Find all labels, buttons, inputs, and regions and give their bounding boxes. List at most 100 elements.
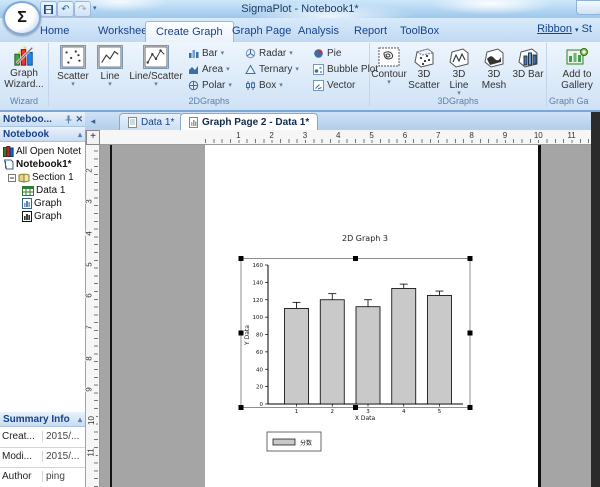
vector-label: Vector xyxy=(327,80,355,91)
scatter-icon xyxy=(60,45,86,69)
pin-icon[interactable] xyxy=(65,115,72,124)
area-button[interactable]: Area▾ xyxy=(188,63,232,76)
bar-chart[interactable]: 2D Graph 302040608010012014016012345Y Da… xyxy=(205,145,538,487)
ribbon-style-menu[interactable]: Ribbon ▾ St xyxy=(537,23,592,35)
y-tick-label: 0 xyxy=(260,402,264,408)
collapse-icon[interactable]: ▴ xyxy=(78,127,82,142)
line-scatter-button[interactable]: Line/Scatter ▾ xyxy=(127,45,185,88)
chevron-down-icon: ▾ xyxy=(295,67,299,73)
tab-scroll-left-button[interactable]: ◂ xyxy=(87,115,99,127)
selection-handle[interactable] xyxy=(239,331,244,336)
graph-page[interactable]: 2D Graph 302040608010012014016012345Y Da… xyxy=(205,145,538,487)
vector-icon xyxy=(313,80,324,91)
y-tick-label: 40 xyxy=(256,367,263,373)
bar[interactable] xyxy=(320,300,344,404)
panel-title-bar[interactable]: Noteboo... ✕ xyxy=(0,112,85,127)
ternary-button[interactable]: Ternary▾ xyxy=(245,63,299,76)
scatter-button[interactable]: Scatter ▾ xyxy=(53,45,93,88)
selection-handle[interactable] xyxy=(468,331,473,336)
box-button[interactable]: Box▾ xyxy=(245,79,299,92)
summary-row-author[interactable]: Author ping xyxy=(0,467,85,487)
close-icon[interactable]: ✕ xyxy=(75,112,83,127)
redo-button[interactable]: ↷ xyxy=(74,1,91,17)
graph-page-workspace[interactable]: 2D Graph 302040608010012014016012345Y Da… xyxy=(100,145,591,487)
ruler-origin-button[interactable]: + xyxy=(86,130,100,145)
polar-button[interactable]: Polar▾ xyxy=(188,79,232,92)
vector-button[interactable]: Vector xyxy=(313,79,378,92)
pie-button[interactable]: Pie xyxy=(313,47,378,60)
y-tick-label: 20 xyxy=(256,385,263,391)
collapse-expander-icon[interactable] xyxy=(8,174,16,182)
horizontal-ruler[interactable]: 123456789101112 xyxy=(100,130,591,145)
chevron-down-icon: ▾ xyxy=(108,82,112,88)
collapse-icon[interactable]: ▴ xyxy=(78,412,82,427)
summary-info-header[interactable]: Summary Info ▴ xyxy=(0,412,85,427)
save-button[interactable] xyxy=(40,1,57,17)
ruler-number: 3 xyxy=(85,200,94,204)
group-label-wizard: Wizard xyxy=(0,96,48,106)
tab-toolbox[interactable]: ToolBox xyxy=(390,21,449,42)
sigmaplot-window: SigmaPlot - Notebook1* Σ ↶ ↷ ▾ Home Work… xyxy=(0,0,600,487)
ruler-number: 4 xyxy=(335,131,341,140)
ruler-number: 8 xyxy=(85,356,94,360)
selection-handle[interactable] xyxy=(353,405,358,410)
radar-button[interactable]: Radar▾ xyxy=(245,47,299,60)
worksheet-tab-icon xyxy=(128,117,137,128)
bar[interactable] xyxy=(392,288,416,404)
tab-create-graph[interactable]: Create Graph xyxy=(145,21,234,43)
summary-key: Modi... xyxy=(2,451,38,462)
summary-row-modified[interactable]: Modi... 2015/... xyxy=(0,447,85,468)
window-left-edge xyxy=(110,145,112,487)
graph-wizard-button[interactable]: Graph Wizard... xyxy=(2,45,46,90)
selection-handle[interactable] xyxy=(239,256,244,261)
contour-button[interactable]: Contour ▾ xyxy=(372,46,406,86)
box-plot-icon xyxy=(245,80,256,91)
bar[interactable] xyxy=(428,295,452,404)
application-menu-button[interactable]: Σ xyxy=(3,1,41,35)
bar[interactable] xyxy=(356,307,380,404)
polar-chart-icon xyxy=(188,80,199,91)
box-label: Box xyxy=(259,80,276,91)
x-tick-label: 5 xyxy=(438,409,442,415)
tab-analysis[interactable]: Analysis xyxy=(288,21,349,42)
x-axis-label[interactable]: X Data xyxy=(355,415,376,422)
ruler-number: 8 xyxy=(468,131,474,140)
selection-handle[interactable] xyxy=(468,405,473,410)
3d-bar-icon xyxy=(516,46,540,68)
summary-row-created[interactable]: Creat... 2015/... xyxy=(0,427,85,448)
bubble-plot-button[interactable]: Bubble Plot xyxy=(313,63,378,76)
notebook-section-header[interactable]: Notebook ▴ xyxy=(0,127,85,142)
line-button[interactable]: Line ▾ xyxy=(95,45,125,88)
ribbon-tab-row: Home Worksheet Create Graph Graph Page A… xyxy=(0,18,600,43)
window-control-partial[interactable] xyxy=(576,0,600,15)
3d-bar-button[interactable]: 3D Bar xyxy=(512,46,544,80)
add-to-gallery-button[interactable]: Add to Gallery xyxy=(551,46,600,91)
3d-line-button[interactable]: 3D Line ▾ xyxy=(442,46,476,97)
undo-button[interactable]: ↶ xyxy=(57,1,74,17)
y-axis-label[interactable]: Y Data xyxy=(244,325,251,346)
bar-chart-icon xyxy=(188,48,199,59)
3d-mesh-button[interactable]: 3D Mesh xyxy=(477,46,511,91)
tree-item-notebook1[interactable]: Notebook1* xyxy=(3,158,88,171)
selection-handle[interactable] xyxy=(468,256,473,261)
vertical-ruler[interactable]: 234567891011 xyxy=(86,145,100,487)
panel-title: Noteboo... xyxy=(3,114,52,125)
graph-wizard-label: Graph Wizard... xyxy=(2,68,46,90)
qat-customize-button[interactable]: ▾ xyxy=(93,4,97,12)
bar-button[interactable]: Bar▾ xyxy=(188,47,232,60)
chart-title[interactable]: 2D Graph 3 xyxy=(342,234,388,243)
ribbon: Graph Wizard... Wizard Scatter ▾ xyxy=(0,42,600,112)
bar[interactable] xyxy=(285,308,309,404)
doc-tab-graph-page2[interactable]: Graph Page 2 - Data 1* xyxy=(180,113,318,131)
tree-item-label: Section 1 xyxy=(32,172,74,183)
selection-handle[interactable] xyxy=(239,405,244,410)
doc-tab-data1[interactable]: Data 1* xyxy=(119,113,183,131)
selection-handle[interactable] xyxy=(353,256,358,261)
tree-item-section1[interactable]: Section 1 xyxy=(8,171,93,184)
3d-scatter-label: 3D Scatter xyxy=(407,69,441,91)
legend-label: 分数 xyxy=(300,439,312,447)
tree-item-all-open-notebooks[interactable]: All Open Notet xyxy=(3,145,88,158)
area-label: Area xyxy=(202,64,223,75)
3d-line-label: 3D Line xyxy=(442,69,476,91)
3d-scatter-button[interactable]: 3D Scatter xyxy=(407,46,441,91)
